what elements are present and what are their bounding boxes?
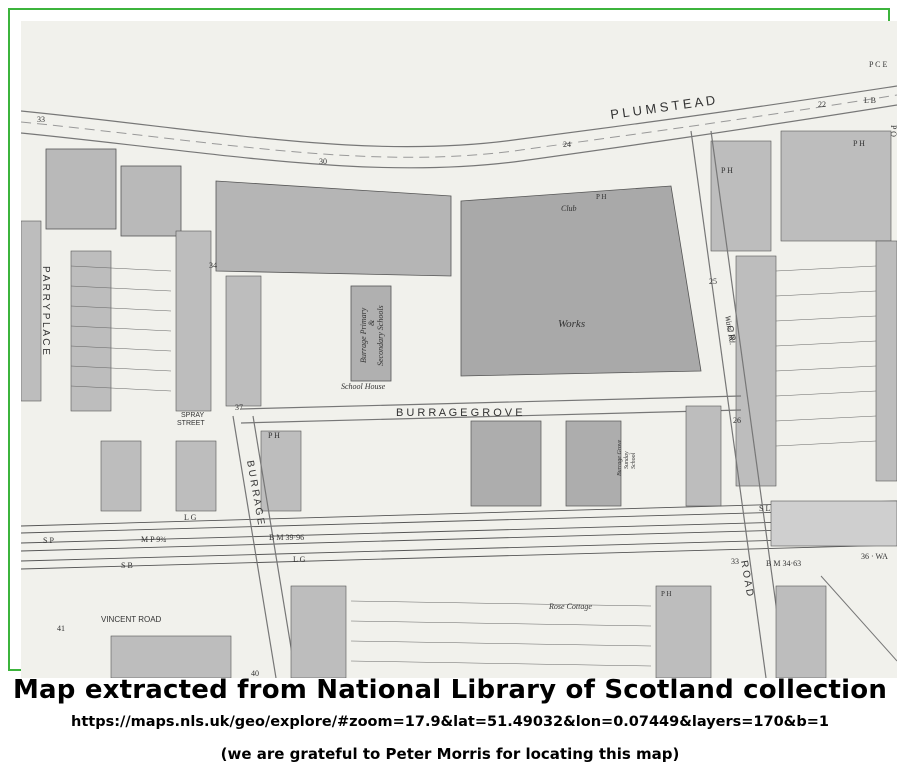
- spot-height-25: 25: [709, 277, 717, 286]
- sunday-school-label-2: Sunday: [624, 451, 630, 469]
- bm-label-2: B M 34·63: [766, 559, 801, 568]
- parry-place-label: P A R R Y P L A C E: [40, 266, 51, 355]
- spray-street-label: SPRAY: [181, 412, 205, 419]
- works-label: Works: [558, 318, 585, 330]
- ph-label-5: P H: [661, 590, 671, 598]
- lb-label: L B: [864, 96, 876, 105]
- wa-label: 36 · WA: [861, 552, 888, 561]
- spot-height-33a: 33: [37, 115, 45, 124]
- sunday-school-label-3: School: [631, 452, 637, 469]
- mp-label: M P 9¾: [141, 535, 166, 544]
- spray-street-label-2: STREET: [177, 420, 205, 427]
- spot-height-24: 24: [563, 140, 571, 149]
- sb-label: S B: [121, 561, 133, 570]
- po-label: P O: [889, 125, 897, 137]
- schools-label-1: Burrage Primary: [359, 307, 368, 363]
- burrage-grove-label: B U R R A G E G R O V E: [396, 407, 523, 419]
- ph-label-3: P H: [268, 431, 280, 440]
- spot-height-37: 37: [235, 403, 243, 412]
- spot-height-34: 34: [209, 261, 217, 270]
- historic-map[interactable]: P L U M S T E A D P C E L B P O P A R R …: [21, 21, 897, 678]
- schools-label-2: &: [367, 319, 376, 326]
- sunday-school-label-1: Burrage Grove: [617, 439, 623, 476]
- schools-label-3: Secondary Schools: [376, 305, 385, 366]
- ph-label-2: P H: [853, 139, 865, 148]
- sp-label: S P: [43, 536, 54, 545]
- spot-height-26: 26: [733, 416, 741, 425]
- school-house-label: School House: [341, 382, 386, 391]
- spot-height-33b: 33: [731, 557, 739, 566]
- spot-height-22: 22: [818, 100, 826, 109]
- caption-title: Map extracted from National Library of S…: [12, 675, 888, 705]
- ph-label-4: P H: [596, 193, 606, 201]
- spot-height-41: 41: [57, 624, 65, 633]
- caption-credit: (we are grateful to Peter Morris for loc…: [220, 745, 680, 763]
- sl-label: S L: [759, 504, 770, 513]
- spot-height-30: 30: [319, 157, 327, 166]
- caption-url: https://maps.nls.uk/geo/explore/#zoom=17…: [71, 714, 829, 730]
- map-frame: P L U M S T E A D P C E L B P O P A R R …: [8, 8, 897, 678]
- bm-label-1: B M 39·96: [269, 533, 304, 542]
- lg-label-1: L G: [184, 513, 197, 522]
- rose-cottage-label: Rose Cottage: [548, 602, 592, 611]
- map-drawing: P L U M S T E A D P C E L B P O P A R R …: [21, 21, 897, 678]
- lg-label-2: L G: [293, 555, 306, 564]
- ph-label-1: P H: [721, 166, 733, 175]
- vincent-road-label: VINCENT ROAD: [101, 615, 162, 624]
- pce-label: P C E: [869, 60, 887, 69]
- club-label: Club: [561, 204, 577, 213]
